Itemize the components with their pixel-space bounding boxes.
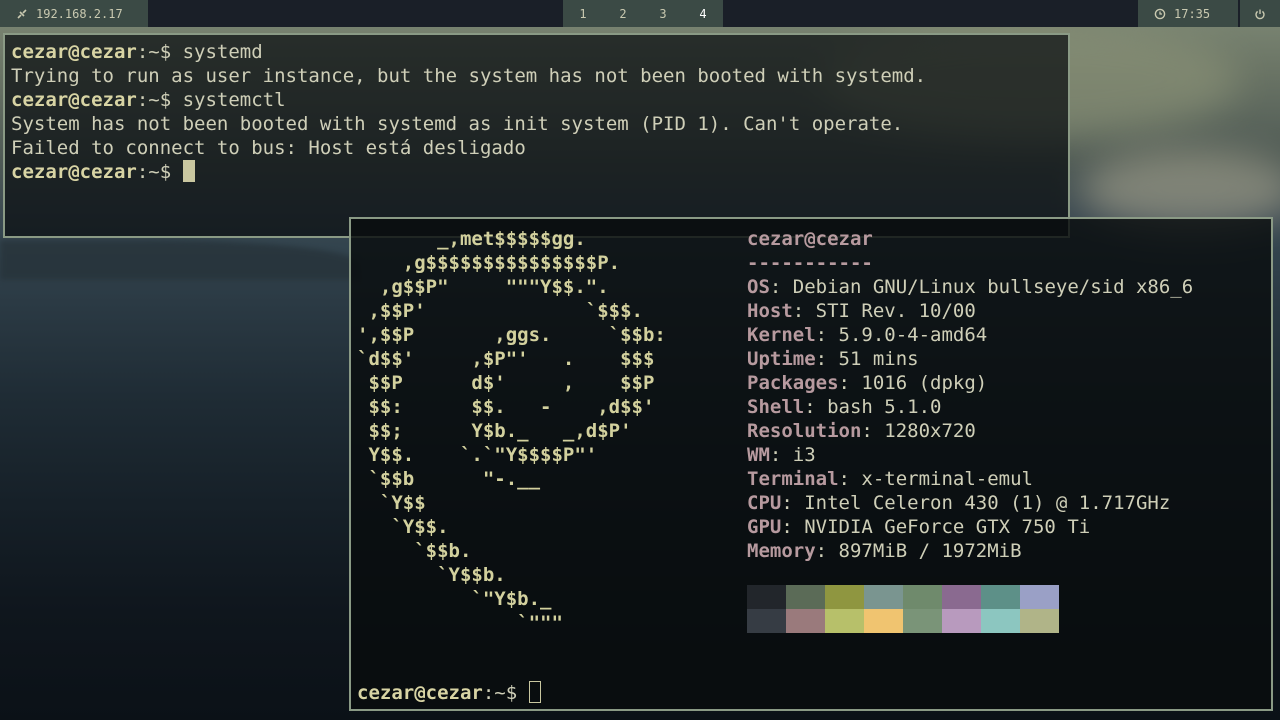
color-swatch — [1020, 585, 1059, 609]
info-title: cezar@cezar — [747, 228, 873, 250]
info-key: GPU — [747, 516, 782, 538]
info-key: Packages — [747, 372, 839, 394]
info-value: bash 5.1.0 — [827, 396, 942, 418]
color-swatch — [903, 609, 942, 633]
info-row: Packages: 1016 (dpkg) — [747, 372, 988, 394]
terminal-cursor — [528, 681, 541, 703]
ascii-art-line: ',$$P ,ggs. `$$b: — [357, 324, 666, 346]
ascii-art-line: ,$$P' `$$$. — [357, 300, 643, 322]
info-row: GPU: NVIDIA GeForce GTX 750 Ti — [747, 516, 1091, 538]
color-swatch — [981, 609, 1020, 633]
ascii-art-line: `Y$$b. — [357, 564, 506, 586]
workspace-1[interactable]: 1 — [563, 7, 603, 21]
ascii-art-line: ,g$$P" """Y$$.". — [357, 276, 609, 298]
info-value: 1280x720 — [884, 420, 976, 442]
info-key: Kernel — [747, 324, 816, 346]
workspace-4[interactable]: 4 — [683, 7, 723, 21]
info-value: i3 — [792, 444, 816, 466]
ascii-art-line: `Y$$. — [357, 516, 449, 538]
color-swatch — [825, 585, 864, 609]
color-swatch — [747, 585, 786, 609]
terminal-line: cezar@cezar:~$ systemctl — [11, 89, 286, 111]
ascii-art-line: `$$b. — [357, 540, 472, 562]
debian-ascii-logo: _,met$$$$$gg. ,g$$$$$$$$$$$$$$$P. ,g$$P"… — [357, 227, 666, 635]
info-row: CPU: Intel Celeron 430 (1) @ 1.717GHz — [747, 492, 1171, 514]
info-row: OS: Debian GNU/Linux bullseye/sid x86_6 — [747, 276, 1194, 298]
info-value: 897MiB / 1972MiB — [838, 540, 1022, 562]
info-separator: ----------- — [747, 252, 873, 274]
color-swatch — [903, 585, 942, 609]
ascii-art-line: ,g$$$$$$$$$$$$$$$P. — [357, 252, 621, 274]
info-value: Debian GNU/Linux bullseye/sid x86_6 — [792, 276, 1194, 298]
info-key: WM — [747, 444, 770, 466]
info-row: WM: i3 — [747, 444, 816, 466]
info-value: NVIDIA GeForce GTX 750 Ti — [804, 516, 1091, 538]
terminal-line: Trying to run as user instance, but the … — [11, 65, 927, 87]
ip-address: 192.168.2.17 — [36, 6, 123, 21]
color-swatch — [786, 609, 825, 633]
info-value: 5.9.0-4-amd64 — [838, 324, 988, 346]
info-value: STI Rev. 10/00 — [815, 300, 976, 322]
ascii-art-line: `"Y$b._ — [357, 588, 552, 610]
ascii-art-line: $$; Y$b._ _,d$P' — [357, 420, 632, 442]
info-row: Resolution: 1280x720 — [747, 420, 976, 442]
info-row: Kernel: 5.9.0-4-amd64 — [747, 324, 988, 346]
color-swatch — [942, 585, 981, 609]
info-key: Shell — [747, 396, 805, 418]
clock-icon — [1154, 8, 1166, 19]
info-value: x-terminal-emul — [861, 468, 1033, 490]
ascii-art-line: _,met$$$$$gg. — [357, 228, 586, 250]
terminal-cursor — [182, 160, 195, 182]
ascii-art-line: $$: $$. - ,d$$' — [357, 396, 655, 418]
workspace-switcher: 1 2 3 4 — [563, 0, 723, 27]
terminal-line: System has not been booted with systemd … — [11, 113, 904, 135]
terminal-window-1[interactable]: cezar@cezar:~$ systemd Trying to run as … — [3, 33, 1070, 238]
workspace-2[interactable]: 2 — [603, 7, 643, 21]
info-key: OS — [747, 276, 770, 298]
info-key: Resolution — [747, 420, 862, 442]
info-value: 51 mins — [838, 348, 919, 370]
ascii-art-line: Y$$. `.`"Y$$$$P"' — [357, 444, 598, 466]
info-value: 1016 (dpkg) — [861, 372, 988, 394]
power-button[interactable] — [1240, 0, 1280, 27]
terminal-prompt[interactable]: cezar@cezar:~$ — [357, 681, 541, 705]
color-swatch — [786, 585, 825, 609]
color-swatch — [747, 609, 786, 633]
color-swatch — [1020, 609, 1059, 633]
clock-time: 17:35 — [1174, 6, 1211, 21]
network-indicator[interactable]: 192.168.2.17 — [0, 0, 148, 27]
color-swatch — [864, 585, 903, 609]
power-icon — [1255, 9, 1265, 19]
info-row: Host: STI Rev. 10/00 — [747, 300, 976, 322]
info-key: Terminal — [747, 468, 839, 490]
ascii-art-line: $$P d$' , $$P — [357, 372, 655, 394]
system-info: cezar@cezar ----------- OS: Debian GNU/L… — [747, 227, 1193, 563]
terminal-line: Failed to connect to bus: Host está desl… — [11, 137, 526, 159]
info-row: Memory: 897MiB / 1972MiB — [747, 540, 1022, 562]
color-swatch — [981, 585, 1020, 609]
color-palette — [747, 585, 1059, 633]
ascii-art-line: `$$b "-.__ — [357, 468, 541, 490]
clock[interactable]: 17:35 — [1138, 0, 1238, 27]
color-swatch — [864, 609, 903, 633]
color-swatch — [825, 609, 864, 633]
terminal-window-2[interactable]: _,met$$$$$gg. ,g$$$$$$$$$$$$$$$P. ,g$$P"… — [349, 217, 1273, 711]
ascii-art-line: `""" — [357, 612, 563, 634]
ascii-art-line: `Y$$ — [357, 492, 426, 514]
info-key: CPU — [747, 492, 782, 514]
info-key: Memory — [747, 540, 816, 562]
terminal-line: cezar@cezar:~$ systemd — [11, 41, 263, 63]
info-row: Shell: bash 5.1.0 — [747, 396, 942, 418]
info-key: Uptime — [747, 348, 816, 370]
ascii-art-line: `d$$' ,$P"' . $$$ — [357, 348, 655, 370]
info-key: Host — [747, 300, 793, 322]
info-row: Terminal: x-terminal-emul — [747, 468, 1033, 490]
workspace-3[interactable]: 3 — [643, 7, 683, 21]
info-value: Intel Celeron 430 (1) @ 1.717GHz — [804, 492, 1171, 514]
terminal-prompt[interactable]: cezar@cezar:~$ — [11, 160, 1068, 184]
info-row: Uptime: 51 mins — [747, 348, 919, 370]
link-icon — [17, 8, 27, 19]
color-swatch — [942, 609, 981, 633]
top-bar: 192.168.2.17 1 2 3 4 17:35 — [0, 0, 1280, 27]
